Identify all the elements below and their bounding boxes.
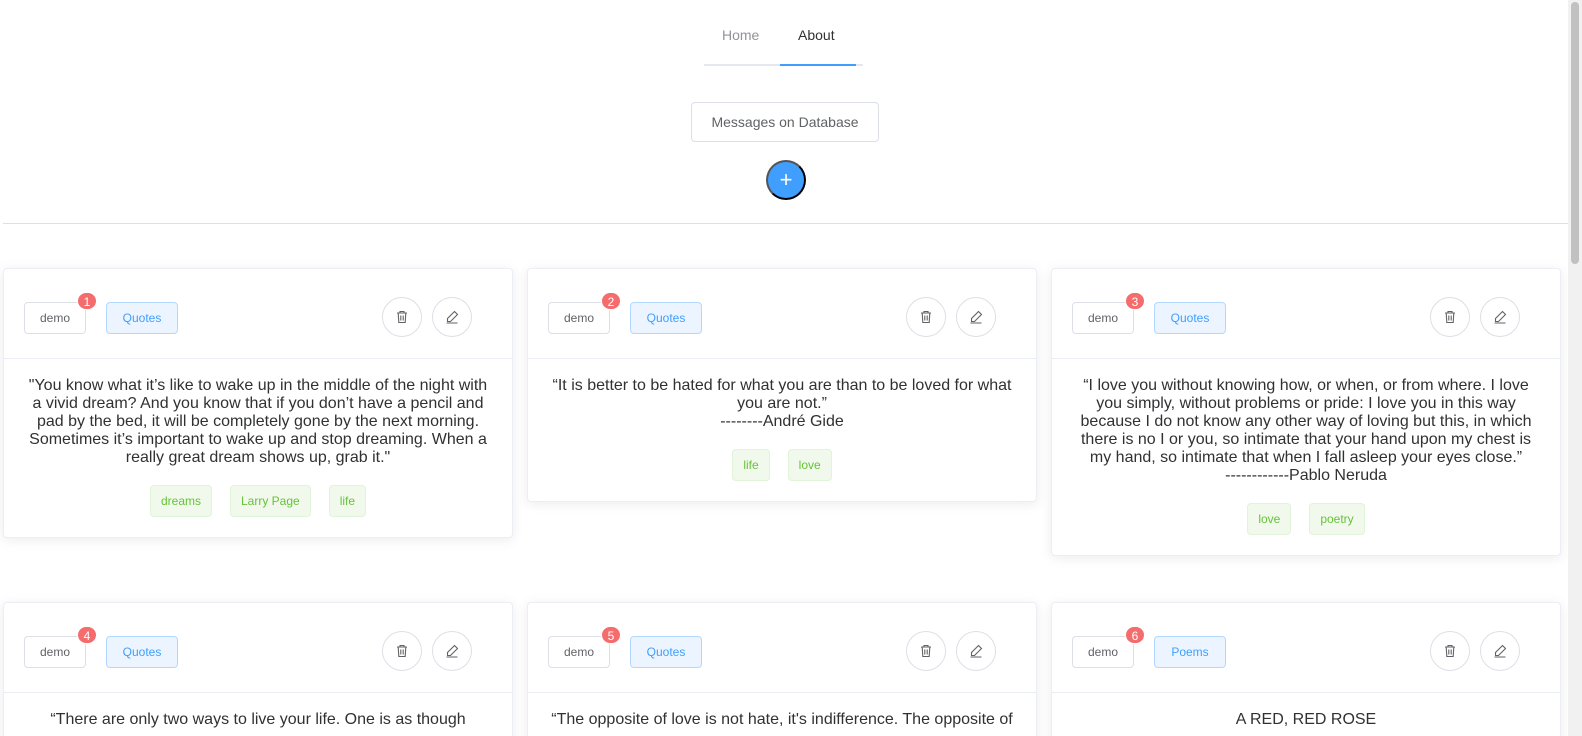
message-card-4: demo 4 Quotes “There are only two ways t… (3, 602, 513, 736)
tag-list: dreams Larry Page life (24, 485, 492, 517)
trash-icon (1445, 310, 1455, 324)
card-body: “I love you without knowing how, or when… (1052, 359, 1560, 555)
count-badge: 4 (77, 626, 97, 644)
count-badge: 2 (601, 292, 621, 310)
card-body: “There are only two ways to live your li… (4, 693, 512, 736)
delete-button[interactable] (382, 297, 422, 337)
category-tag: Quotes (630, 302, 702, 334)
category-tag: Quotes (1154, 302, 1226, 334)
tag-list: love poetry (1072, 503, 1540, 535)
edit-pencil-icon (1494, 310, 1507, 324)
user-tag: demo (24, 636, 86, 668)
trash-icon (1445, 644, 1455, 658)
scrollbar-thumb[interactable] (1571, 2, 1579, 264)
keyword-tag: life (732, 449, 770, 481)
count-badge: 1 (77, 292, 97, 310)
card-body: “The opposite of love is not hate, it's … (528, 693, 1036, 736)
delete-button[interactable] (1430, 297, 1470, 337)
count-badge: 5 (601, 626, 621, 644)
edit-pencil-icon (446, 644, 459, 658)
card-header: demo 4 Quotes (4, 603, 512, 693)
message-card-3: demo 3 Quotes “I love you without knowin… (1051, 268, 1561, 556)
edit-button[interactable] (432, 297, 472, 337)
tab-about[interactable]: About (798, 27, 835, 43)
delete-button[interactable] (382, 631, 422, 671)
message-card-2: demo 2 Quotes “It is better to be hated … (527, 268, 1037, 502)
delete-button[interactable] (906, 631, 946, 671)
user-tag: demo (548, 302, 610, 334)
add-message-button[interactable]: + (766, 160, 806, 200)
card-body: A RED, RED ROSE (1052, 693, 1560, 736)
edit-pencil-icon (1494, 644, 1507, 658)
category-tag: Quotes (630, 636, 702, 668)
page-scrollbar[interactable] (1568, 0, 1582, 736)
header-divider (3, 223, 1569, 224)
quote-text: A RED, RED ROSE (1235, 711, 1377, 728)
category-tag: Poems (1154, 636, 1226, 668)
quote-text: “There are only two ways to live your li… (50, 711, 466, 728)
card-header: demo 6 Poems (1052, 603, 1560, 693)
category-tag: Quotes (106, 636, 178, 668)
trash-icon (921, 644, 931, 658)
edit-button[interactable] (1480, 631, 1520, 671)
count-badge: 6 (1125, 626, 1145, 644)
delete-button[interactable] (906, 297, 946, 337)
nav-tabs: Home About (704, 18, 863, 66)
edit-pencil-icon (446, 310, 459, 324)
edit-pencil-icon (970, 310, 983, 324)
user-tag: demo (1072, 636, 1134, 668)
user-tag: demo (548, 636, 610, 668)
tag-list: life love (548, 449, 1016, 481)
edit-pencil-icon (970, 644, 983, 658)
card-header: demo 3 Quotes (1052, 269, 1560, 359)
card-body: “It is better to be hated for what you a… (528, 359, 1036, 501)
user-tag: demo (1072, 302, 1134, 334)
quote-text: “It is better to be hated for what you a… (552, 377, 1012, 430)
count-badge: 3 (1125, 292, 1145, 310)
quote-text: “I love you without knowing how, or when… (1080, 377, 1532, 484)
keyword-tag: dreams (149, 485, 212, 517)
message-card-1: demo 1 Quotes "You know what it’s like t… (3, 268, 513, 538)
messages-on-database-button[interactable]: Messages on Database (691, 102, 879, 142)
card-header: demo 1 Quotes (4, 269, 512, 359)
keyword-tag: love (787, 449, 832, 481)
keyword-tag: poetry (1309, 503, 1365, 535)
card-body: "You know what it’s like to wake up in t… (4, 359, 512, 537)
keyword-tag: love (1247, 503, 1292, 535)
user-tag: demo (24, 302, 86, 334)
tab-home[interactable]: Home (722, 27, 759, 43)
keyword-tag: life (328, 485, 367, 517)
quote-text: “The opposite of love is not hate, it's … (551, 711, 1013, 728)
trash-icon (921, 310, 931, 324)
card-header: demo 5 Quotes (528, 603, 1036, 693)
message-card-6: demo 6 Poems A RED, RED ROSE (1051, 602, 1561, 736)
active-tab-indicator (780, 64, 856, 66)
edit-button[interactable] (956, 297, 996, 337)
trash-icon (397, 310, 407, 324)
delete-button[interactable] (1430, 631, 1470, 671)
message-card-5: demo 5 Quotes “The opposite of love is n… (527, 602, 1037, 736)
quote-text: "You know what it’s like to wake up in t… (28, 377, 488, 466)
plus-icon: + (779, 167, 793, 192)
keyword-tag: Larry Page (229, 485, 311, 517)
trash-icon (397, 644, 407, 658)
edit-button[interactable] (432, 631, 472, 671)
edit-button[interactable] (1480, 297, 1520, 337)
category-tag: Quotes (106, 302, 178, 334)
card-header: demo 2 Quotes (528, 269, 1036, 359)
edit-button[interactable] (956, 631, 996, 671)
